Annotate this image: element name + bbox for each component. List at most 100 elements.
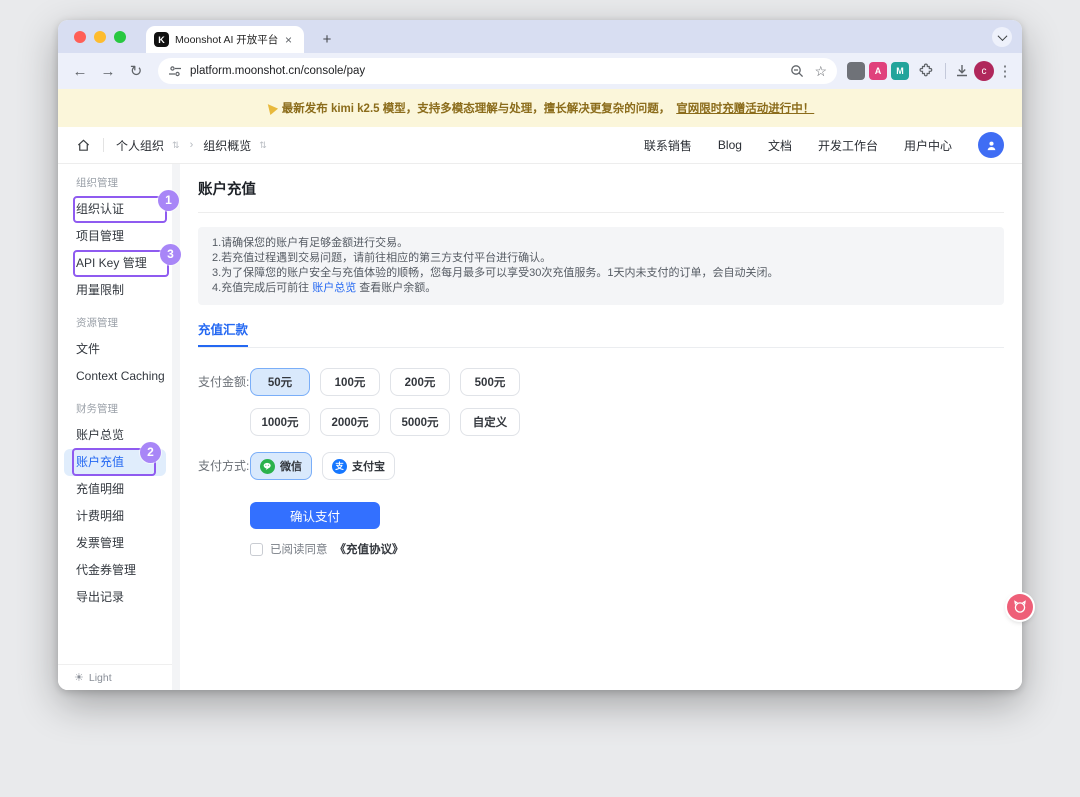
annotation-badge-3: 3 [160,244,181,265]
amount-button-100[interactable]: 100元 [320,368,380,396]
tab-title: Moonshot AI 开放平台 - Kimi 开 [175,32,279,47]
tab-search-button[interactable] [992,27,1012,47]
site-settings-icon[interactable] [168,64,182,78]
sidebar-item-label: 充值明细 [76,482,124,496]
bookmark-star-icon[interactable]: ☆ [814,63,827,80]
org-selector-sorter-icon: ⇅ [172,140,180,151]
sidebar-item-label: 组织认证 [76,202,124,216]
amount-options: 50元 100元 200元 500元 1000元 2000元 5000元 自定义 [250,368,520,436]
amount-button-1000[interactable]: 1000元 [250,408,310,436]
sidebar-item-project-management[interactable]: 项目管理 [58,223,172,250]
banner-text: 最新发布 kimi k2.5 模型，支持多模态理解与处理，擅长解决更复杂的问题， [282,100,670,116]
method-row: 支付方式: 微信 [198,452,1004,480]
back-button[interactable]: ← [68,59,92,83]
sidebar-item-recharge-details[interactable]: 充值明细 [58,476,172,503]
downloads-icon[interactable] [954,63,970,79]
method-button-alipay[interactable]: 支 支付宝 [322,452,395,480]
browser-toolbar: ← → ↻ platform.moonshot.cn/console/pay [58,53,1022,89]
amount-button-500[interactable]: 500元 [460,368,520,396]
sidebar-item-context-caching[interactable]: Context Caching [58,363,172,390]
url-bar[interactable]: platform.moonshot.cn/console/pay ☆ [158,58,837,84]
zoom-out-icon[interactable] [790,64,804,78]
support-widget-button[interactable] [1007,594,1033,620]
sidebar-item-account-recharge[interactable]: 账户充值 2 [64,449,166,476]
kimi-favicon-icon: K [154,32,169,47]
amount-button-2000[interactable]: 2000元 [320,408,380,436]
sidebar-item-label: 导出记录 [76,590,124,604]
method-wechat-label: 微信 [280,458,302,474]
method-alipay-label: 支付宝 [352,458,385,474]
section-selector-sorter-icon: ⇅ [259,140,267,151]
close-window-button[interactable] [74,31,86,43]
monica-extension-icon[interactable]: M [891,62,909,80]
theme-toggle-label: Light [89,672,112,684]
recharge-agreement-link[interactable]: 《充值协议》 [335,541,404,557]
sidebar-item-label: API Key 管理 [76,256,147,270]
theme-toggle[interactable]: ☀ Light [58,664,172,690]
site-topnav: 个人组织 ⇅ › 组织概览 ⇅ 联系销售 Blog 文档 开发工作台 用户中心 [58,127,1022,164]
sidebar-item-label: 文件 [76,342,100,356]
extensions-puzzle-icon[interactable] [916,62,934,80]
notice-line-2: 2.若充值过程遇到交易问题，请前往相应的第三方支付平台进行确认。 [212,251,990,266]
breadcrumb-divider [103,138,104,152]
nav-link-docs[interactable]: 文档 [768,137,792,154]
new-tab-button[interactable]: + [316,28,338,50]
method-button-wechat[interactable]: 微信 [250,452,312,480]
url-text[interactable]: platform.moonshot.cn/console/pay [190,65,782,77]
amount-button-custom[interactable]: 自定义 [460,408,520,436]
nav-link-user-center[interactable]: 用户中心 [904,137,952,154]
tab-recharge-remittance[interactable]: 充值汇款 [198,319,248,347]
amount-button-5000[interactable]: 5000元 [390,408,450,436]
sidebar: 组织管理 组织认证 1 项目管理 API Key 管理 3 用量限制 [58,164,172,690]
sidebar-item-usage-limits[interactable]: 用量限制 [58,277,172,304]
sidebar-item-files[interactable]: 文件 [58,336,172,363]
sidebar-section-org: 组织管理 [58,174,172,192]
screenshot-stage: K Moonshot AI 开放平台 - Kimi 开 × + ← → ↻ [0,0,1080,797]
screenshot-extension-icon[interactable] [847,62,865,80]
alipay-icon: 支 [332,459,347,474]
fullscreen-window-button[interactable] [114,31,126,43]
user-avatar[interactable] [978,132,1004,158]
confirm-payment-button[interactable]: 确认支付 [250,502,380,529]
macos-traffic-lights [74,31,126,43]
browser-tabstrip: K Moonshot AI 开放平台 - Kimi 开 × + [58,20,1022,53]
browser-window: K Moonshot AI 开放平台 - Kimi 开 × + ← → ↻ [58,20,1022,690]
recharge-notice-box: 1.请确保您的账户有足够金额进行交易。 2.若充值过程遇到交易问题，请前往相应的… [198,227,1004,305]
nav-link-contact-sales[interactable]: 联系销售 [644,137,692,154]
home-icon[interactable] [76,138,91,153]
sidebar-item-api-key-management[interactable]: API Key 管理 3 [58,250,172,277]
nav-link-blog[interactable]: Blog [718,138,742,152]
amount-button-200[interactable]: 200元 [390,368,450,396]
sidebar-item-label: 账户充值 [76,455,124,469]
method-options: 微信 支 支付宝 [250,452,395,480]
browser-profile-avatar[interactable]: c [974,61,994,81]
browser-tab[interactable]: K Moonshot AI 开放平台 - Kimi 开 × [146,26,304,53]
sidebar-item-org-verification[interactable]: 组织认证 1 [58,196,172,223]
notice-line-1: 1.请确保您的账户有足够金额进行交易。 [212,236,990,251]
agreement-label: 已阅读同意 [270,541,328,557]
agreement-row: 已阅读同意 《充值协议》 [250,541,1004,557]
sidebar-section-finance: 财务管理 [58,400,172,418]
sidebar-item-billing-details[interactable]: 计费明细 [58,503,172,530]
nav-link-workbench[interactable]: 开发工作台 [818,137,878,154]
notice-line-4-suffix: 查看账户余额。 [356,282,436,294]
section-selector[interactable]: 组织概览 [203,137,251,154]
breadcrumb: 个人组织 ⇅ › 组织概览 ⇅ [76,137,267,154]
org-selector[interactable]: 个人组织 [116,137,164,154]
tab-close-icon[interactable]: × [285,33,292,47]
banner-link[interactable]: 官网限时充赠活动进行中！ [676,100,814,116]
forward-button[interactable]: → [96,59,120,83]
sidebar-item-voucher-management[interactable]: 代金券管理 [58,557,172,584]
sidebar-item-label: Context Caching [76,369,165,383]
translate-extension-icon[interactable]: A [869,62,887,80]
agreement-checkbox[interactable] [250,543,263,556]
method-label: 支付方式: [198,452,250,480]
sidebar-item-invoice-management[interactable]: 发票管理 [58,530,172,557]
account-overview-link[interactable]: 账户总览 [312,282,356,294]
sidebar-item-export-records[interactable]: 导出记录 [58,584,172,611]
amount-button-50[interactable]: 50元 [250,368,310,396]
browser-menu-icon[interactable]: ⋮ [998,59,1012,83]
reload-button[interactable]: ↻ [124,59,148,83]
minimize-window-button[interactable] [94,31,106,43]
recharge-tabs: 充值汇款 [198,319,1004,348]
